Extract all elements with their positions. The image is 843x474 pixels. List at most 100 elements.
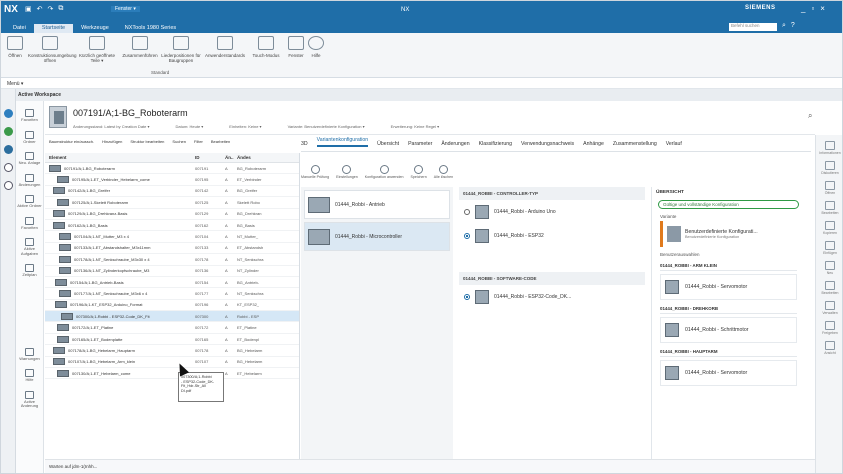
right-tool-7[interactable]: Bearbeiten — [816, 281, 842, 295]
tab-verwendungsnachweis[interactable]: Verwendungsnachweis — [521, 141, 574, 147]
user-defaults-button[interactable]: Anwenderstandards — [203, 36, 247, 58]
column-id[interactable]: ID — [195, 155, 225, 160]
add-button[interactable]: Hinzufügen — [102, 139, 122, 149]
selection-card[interactable]: 01444_Robbi - Servomotor — [660, 360, 797, 386]
nav-favoriten-2[interactable]: Favoriten — [16, 216, 43, 231]
redo-icon[interactable]: ↷ — [48, 5, 54, 13]
right-tool-6[interactable]: Neu — [816, 261, 842, 275]
feature-microcontroller[interactable]: 01444_Robbi - Microcontroller — [304, 222, 450, 251]
units-filter[interactable]: Einheiten: Keine ▾ — [229, 124, 261, 129]
selection-card[interactable]: 01444_Robbi - Schrittmotor — [660, 317, 797, 343]
tab-parameter[interactable]: Parameter — [408, 141, 432, 147]
table-row[interactable]: 007136/A;1-NT_Zylinderkopfschraube_M3 007… — [45, 266, 299, 277]
column-rev[interactable]: Än.. — [225, 155, 237, 160]
home-icon[interactable] — [3, 109, 13, 118]
table-row[interactable]: 007104/A;1-NT_Mutter_M3 x 4 007104 A NT_Mut… — [45, 231, 299, 243]
table-row[interactable]: 007130/A;1-ET_Hebelarm_come007130AET_Heb… — [45, 368, 299, 380]
save-icon[interactable]: ▣ — [25, 5, 32, 13]
variant-filter[interactable]: Variante: Benutzerdefinierte Konfigurati… — [288, 124, 365, 129]
table-row[interactable]: 007107/A;1-BG_Hebelarm_Arm_klein 007107 A B… — [45, 357, 299, 369]
right-tool-9[interactable]: Freigeben — [816, 321, 842, 335]
table-row[interactable]: 007154/A;1-BG_Antrieb-Basis 007154 A BG_Ant… — [45, 277, 299, 289]
tab-zusammenstellung[interactable]: Zusammenstellung — [613, 141, 657, 147]
date-filter[interactable]: Datum: Heute ▾ — [176, 124, 204, 129]
help-button[interactable]: Hilfe — [307, 36, 325, 58]
right-tool-3[interactable]: Bearbeiten — [816, 201, 842, 215]
nav-aktive-ordner[interactable]: Aktive Ordner — [16, 195, 43, 209]
close-icon[interactable]: × — [820, 4, 825, 13]
right-tool-1[interactable]: Diskutieren — [816, 161, 842, 175]
tab-uebersicht[interactable]: Übersicht — [377, 141, 399, 147]
revision-rule[interactable]: Änderungsstand: Latest by Creation Date … — [73, 124, 150, 129]
manual-check-button[interactable]: Manuelle Prüfung — [301, 165, 329, 179]
clear-all-button[interactable]: Alle löschen — [434, 165, 453, 179]
merge-button[interactable]: Zusammenführen — [121, 36, 159, 58]
window-menu[interactable]: Fenster ▾ — [111, 6, 140, 12]
right-tool-2[interactable]: Öffnen — [816, 181, 842, 195]
table-row[interactable]: 007142/A;1-BG_Greifer 007142 A BG_Greifer — [45, 186, 299, 198]
design-env-button[interactable]: Konstruktionsumgebung öffnen — [28, 36, 77, 63]
tab-nxtools[interactable]: NXTools 1980 Series — [117, 24, 184, 33]
edit-button[interactable]: Bearbeiten — [211, 139, 230, 149]
edit-structure-button[interactable]: Struktur bearbeiten — [130, 139, 164, 149]
tab-startseite[interactable]: Startseite — [33, 24, 74, 33]
recent-parts-button[interactable]: Kürzlich geöffnete Teile ▾ — [75, 36, 119, 63]
table-row[interactable]: 007172/A;1-ET_Platine 007172 A ET_Platine — [45, 322, 299, 334]
open-button[interactable]: Öffnen — [5, 36, 25, 58]
tab-aenderungen[interactable]: Änderungen — [441, 141, 469, 147]
right-tool-10[interactable]: Ansicht — [816, 341, 842, 355]
search-icon[interactable]: ⌕ — [808, 111, 812, 121]
nav-warnungen[interactable]: Warnungen — [16, 347, 43, 362]
tab-klassifizierung[interactable]: Klassifizierung — [479, 141, 512, 147]
menu-button[interactable]: Menü ▾ — [7, 81, 23, 87]
table-row[interactable]: 007177/A;1-NT_Senkschraube_M3x6 x 4 00717… — [45, 288, 299, 300]
option-esp32-code[interactable]: 01444_Robbi - ESP32-Code_DK... — [459, 285, 645, 309]
option-group-header[interactable]: 01444_ROBBI - SOFTWARE-CODE — [459, 272, 645, 285]
toggle-tree-button[interactable]: Baumstruktur ein/aussch. — [49, 139, 94, 149]
column-element[interactable]: Element — [45, 155, 195, 160]
table-row[interactable]: 007125/A;1-Skelett Roboterarm 007125 A Skel… — [45, 197, 299, 209]
tab-3d[interactable]: 3D — [301, 141, 308, 147]
extension-filter[interactable]: Erweiterung: Keine Regel ▾ — [391, 124, 439, 129]
tab-variantenkonfiguration[interactable]: Variantenkonfiguration — [316, 137, 369, 147]
column-change[interactable]: Ändes — [237, 155, 297, 160]
feature-antrieb[interactable]: 01444_Robbi - Antrieb — [304, 190, 450, 219]
option-arduino-uno[interactable]: 01444_Robbi - Arduino Uno — [459, 200, 645, 224]
option-group-header[interactable]: 01444_ROBBI - CONTROLLER-TYP — [459, 187, 645, 200]
right-tool-8[interactable]: Verwalten — [816, 301, 842, 315]
undo-icon[interactable]: ↶ — [37, 5, 43, 13]
help-icon[interactable]: ? — [791, 22, 795, 30]
variant-card[interactable]: Benutzerdefinierte Konfigurati... Benutze… — [660, 221, 797, 247]
nav-ordner[interactable]: Ordner — [16, 130, 43, 145]
radio-button[interactable] — [464, 294, 470, 300]
option-esp32[interactable]: 01444_Robbi - ESP32 — [459, 224, 645, 248]
search-icon[interactable]: ⌕ — [782, 22, 786, 30]
copy-icon[interactable]: ⧉ — [58, 5, 63, 13]
apply-config-button[interactable]: Konfiguration anwenden — [365, 165, 404, 179]
minimize-icon[interactable]: _ — [801, 4, 805, 13]
window-button[interactable]: Fenster — [285, 36, 307, 58]
globe-icon[interactable] — [3, 127, 13, 136]
restore-icon[interactable]: ▫ — [811, 4, 814, 13]
search-button[interactable]: Suchen — [172, 139, 186, 149]
table-row[interactable]: 007129/A;1-BG_Drehkranz-Basis 007129 A BG_D… — [45, 209, 299, 220]
right-tool-4[interactable]: Kopieren — [816, 221, 842, 235]
radio-button[interactable] — [464, 209, 470, 215]
table-row[interactable]: 007133/A;1-ET_Abstandshalter_M3x11mm 0071… — [45, 243, 299, 255]
tab-werkzeuge[interactable]: Werkzeuge — [73, 24, 117, 33]
table-row[interactable]: 007178/A;1-BG_Hebelarm_Hauptarm 007178 A BG… — [45, 345, 299, 357]
nav-aenderungen[interactable]: Änderungen — [16, 173, 43, 188]
nav-active-aenderung[interactable]: Active Änderung — [16, 390, 43, 409]
nav-neu-anlage[interactable]: Neu. Anlage — [16, 152, 43, 166]
nav-hilfe[interactable]: Hilfe — [16, 369, 43, 383]
table-row[interactable]: 007162/A;1-BG_Basis 007162 A BG_Basis — [45, 220, 299, 232]
table-row[interactable]: 007178/A;1-NT_Senkschraube_M3x30 x 4 0071… — [45, 254, 299, 266]
filter-button[interactable]: Filter — [194, 139, 203, 149]
settings-button[interactable]: Einstellungen — [336, 165, 358, 179]
assembly-positions-button[interactable]: Liederpositionen für Baugruppen — [161, 36, 201, 63]
table-row[interactable]: 007165/A;1-ET_Bodenplatte 007165 A ET_Boden… — [45, 334, 299, 346]
right-tool-5[interactable]: Einfügen — [816, 241, 842, 255]
nav-zeitplan[interactable]: Zeitplan — [16, 264, 43, 278]
tab-datei[interactable]: Datei — [5, 24, 34, 33]
table-row[interactable]: 007196/A;1-KT_ESP32_Arduino_Format 007196… — [45, 300, 299, 312]
